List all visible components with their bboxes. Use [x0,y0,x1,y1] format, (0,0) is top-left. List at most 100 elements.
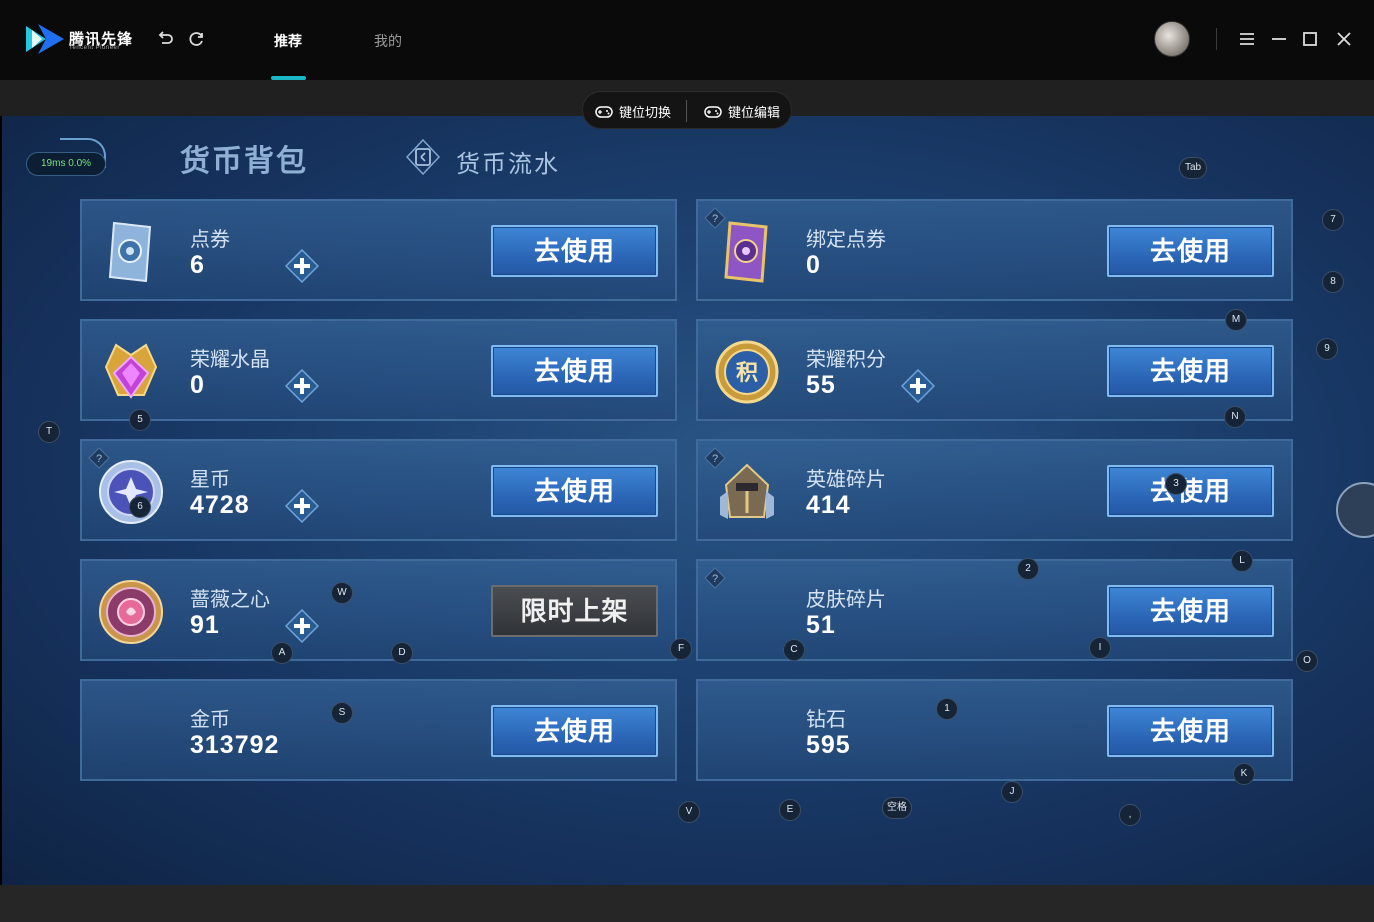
currency-card-diamond: 钻石 595 去使用 [696,679,1293,781]
key-hint[interactable]: M [1225,309,1247,331]
key-hint[interactable]: 2 [1017,558,1039,580]
game-view[interactable]: 19ms 0.0% 货币背包 货币流水 点券 6 去使用 ? 绑定点券 0 去使… [2,116,1374,885]
key-hint[interactable]: F [670,638,692,660]
title-bar: 腾讯先锋 Tencent Pioneer 推荐 我的 [0,0,1374,80]
currency-name: 蔷薇之心 [190,589,270,611]
key-hint[interactable]: J [1001,781,1023,803]
tab-recommend[interactable]: 推荐 [274,31,302,51]
use-button[interactable]: 去使用 [1107,585,1274,637]
key-hint[interactable]: , [1119,804,1141,826]
key-hint[interactable]: V [678,801,700,823]
currency-name: 荣耀水晶 [190,349,270,371]
currency-card-glory-crystal: 荣耀水晶 0 去使用 [80,319,677,421]
key-hint[interactable]: 7 [1322,209,1344,231]
key-hint[interactable]: I [1089,637,1111,659]
minimize-icon[interactable] [1269,29,1289,49]
key-hint[interactable]: 空格 [882,797,912,819]
keymap-switch-label: 键位切换 [619,105,672,120]
key-hint[interactable]: 6 [129,496,151,518]
key-hint[interactable]: 5 [129,409,151,431]
key-hint[interactable]: L [1231,550,1253,572]
currency-value: 91 [190,611,220,639]
currency-value: 4728 [190,491,250,519]
refresh-icon[interactable] [187,29,207,49]
currency-name: 点券 [190,229,230,251]
gamepad-icon [595,105,613,118]
currency-card-rose-heart: 蔷薇之心 91 限时上架 [80,559,677,661]
maximize-icon[interactable] [1300,29,1320,49]
currency-card-gold-coin: 金币 313792 去使用 [80,679,677,781]
key-hint[interactable]: S [331,702,353,724]
currency-name: 钻石 [806,709,846,731]
use-button[interactable]: 去使用 [491,705,658,757]
use-button[interactable]: 去使用 [491,225,658,277]
keymap-bar: 键位切换 键位编辑 [582,91,792,129]
keymap-edit-button[interactable]: 键位编辑 [704,102,780,121]
key-hint[interactable]: O [1296,650,1318,672]
currency-card-glory-points: 积 荣耀积分 55 去使用 [696,319,1293,421]
use-button[interactable]: 去使用 [1107,465,1274,517]
close-icon[interactable] [1334,29,1354,49]
use-button[interactable]: 去使用 [491,465,658,517]
bound-voucher-icon [724,221,768,283]
currency-flow-icon [405,138,441,176]
key-hint[interactable]: 1 [936,698,958,720]
currency-card-star-coin: ? 星币 4728 去使用 [80,439,677,541]
key-hint[interactable]: K [1233,763,1255,785]
gamepad-icon [704,105,722,118]
key-hint[interactable]: 3 [1165,473,1187,495]
limited-time-button[interactable]: 限时上架 [491,585,658,637]
currency-name: 皮肤碎片 [806,589,886,611]
currency-value: 595 [806,731,851,759]
key-hint[interactable]: D [391,642,413,664]
currency-name: 金币 [190,709,230,731]
key-hint[interactable]: E [779,799,801,821]
key-hint[interactable]: W [331,582,353,604]
divider [1216,28,1217,50]
key-hint[interactable]: T [38,421,60,443]
rose-heart-icon [99,580,163,644]
keymap-edit-label: 键位编辑 [728,105,781,120]
undo-icon[interactable] [155,29,175,49]
currency-value: 0 [806,251,821,279]
glory-points-icon: 积 [715,340,779,404]
currency-name: 绑定点券 [806,229,886,251]
glory-crystal-icon [104,343,158,399]
svg-text:?: ? [712,573,718,585]
key-hint[interactable]: 8 [1322,271,1344,293]
plus-icon[interactable] [285,489,319,523]
use-button[interactable]: 去使用 [491,345,658,397]
tab-currency-flow[interactable]: 货币流水 [456,144,560,179]
currency-value: 414 [806,491,851,519]
key-hint[interactable]: N [1224,406,1246,428]
plus-icon[interactable] [901,369,935,403]
key-hint[interactable]: A [271,642,293,664]
help-icon[interactable]: ? [704,567,726,589]
currency-card-voucher: 点券 6 去使用 [80,199,677,301]
plus-icon[interactable] [285,369,319,403]
key-hint[interactable]: Tab [1179,157,1207,179]
avatar[interactable] [1154,21,1190,57]
keymap-switch-button[interactable]: 键位切换 [595,102,671,121]
currency-card-hero-fragment: ? 英雄碎片 414 去使用 [696,439,1293,541]
hero-fragment-icon [720,463,774,519]
brand-subtitle: Tencent Pioneer [69,45,120,51]
use-button[interactable]: 去使用 [1107,225,1274,277]
currency-value: 55 [806,371,836,399]
currency-name: 英雄碎片 [806,469,886,491]
key-hint[interactable]: 9 [1316,338,1338,360]
plus-icon[interactable] [285,609,319,643]
voucher-icon [108,221,152,283]
bottom-bar [0,885,1374,922]
currency-value: 6 [190,251,205,279]
currency-value: 0 [190,371,205,399]
tab-currency-bag[interactable]: 货币背包 [180,136,308,180]
plus-icon[interactable] [285,249,319,283]
ping-indicator: 19ms 0.0% [26,152,106,176]
tab-mine[interactable]: 我的 [374,31,402,51]
use-button[interactable]: 去使用 [1107,705,1274,757]
star-coin-icon [99,460,163,524]
use-button[interactable]: 去使用 [1107,345,1274,397]
menu-icon[interactable] [1237,29,1257,49]
key-hint[interactable]: C [783,639,805,661]
